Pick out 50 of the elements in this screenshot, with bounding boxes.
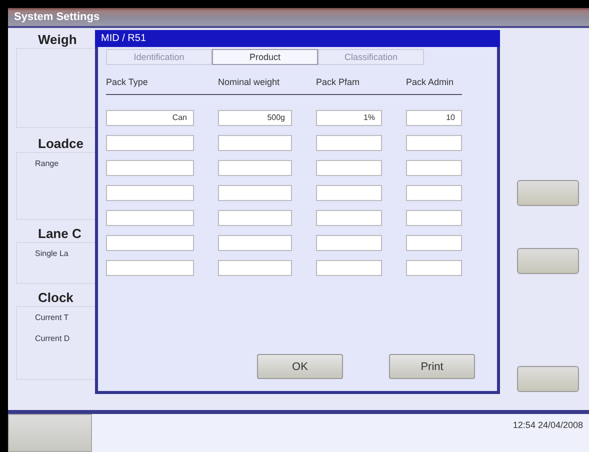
side-button[interactable] [517,366,579,392]
input-field[interactable] [406,260,462,276]
section-heading: Weigh [37,32,77,48]
input-field[interactable] [106,210,194,226]
dialog-button[interactable]: OK [257,354,343,379]
input-field[interactable] [406,210,462,226]
input-field[interactable] [316,185,382,201]
input-field[interactable] [218,260,292,276]
side-button[interactable] [517,248,579,274]
input-field[interactable] [106,235,194,251]
input-field[interactable]: 1% [316,110,382,126]
input-field[interactable] [106,160,194,176]
column-header: Pack Pfam [316,77,361,87]
input-field[interactable] [406,160,462,176]
dialog-button[interactable]: Print [389,354,475,379]
input-field[interactable]: Can [106,110,194,126]
input-field[interactable] [106,185,194,201]
column-header: Pack Admin [406,77,455,87]
field-label: Current T [35,313,70,322]
tab[interactable]: Product [212,49,318,65]
input-field[interactable] [218,160,292,176]
field-label: Single La [35,249,70,258]
section-heading: Lane C [37,226,82,242]
field-label: Range [35,159,60,168]
input-field[interactable] [106,260,194,276]
status-button[interactable] [8,414,92,452]
input-field[interactable] [406,135,462,151]
input-field[interactable] [406,185,462,201]
input-field[interactable] [316,135,382,151]
input-field[interactable] [218,185,292,201]
column-header: Pack Type [106,77,149,87]
side-button[interactable] [517,180,579,206]
input-field[interactable]: 10 [406,110,462,126]
input-field[interactable] [218,210,292,226]
section-heading: Clock [37,290,74,306]
field-label: Current D [35,334,71,343]
clock-text: 12:54 24/04/2008 [512,419,584,430]
input-field[interactable] [406,235,462,251]
input-field[interactable] [218,135,292,151]
input-field[interactable]: 500g [218,110,292,126]
input-field[interactable] [106,135,194,151]
input-field[interactable] [316,235,382,251]
input-field[interactable] [316,210,382,226]
input-field[interactable] [316,160,382,176]
window-title: System Settings [8,8,589,28]
section-heading: Loadce [37,136,84,152]
column-header: Nominal weight [218,77,281,87]
input-field[interactable] [218,235,292,251]
input-field[interactable] [316,260,382,276]
dialog-title: MID / R51 [95,30,500,47]
